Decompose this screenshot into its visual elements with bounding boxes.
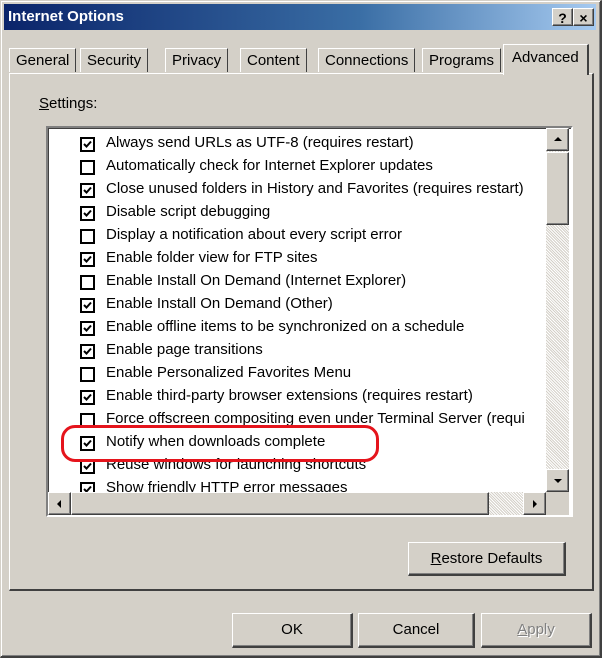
checkbox[interactable] <box>80 183 95 198</box>
settings-label: Settings: <box>39 95 98 112</box>
settings-item-label: Close unused folders in History and Favo… <box>106 180 524 197</box>
checkbox[interactable] <box>80 229 95 244</box>
window-title: Internet Options <box>8 8 124 25</box>
settings-list-item[interactable]: Disable script debugging <box>80 202 546 225</box>
tab-connections[interactable]: Connections <box>318 48 416 72</box>
checkmark-icon <box>83 324 92 332</box>
checkmark-icon <box>83 301 92 309</box>
checkmark-icon <box>83 462 92 470</box>
settings-list-item[interactable]: Enable folder view for FTP sites <box>80 248 546 271</box>
scroll-up-button[interactable] <box>546 128 569 151</box>
title-bar[interactable]: Internet Options ? × <box>4 4 596 30</box>
settings-item-label: Enable page transitions <box>106 341 263 358</box>
horizontal-scroll-thumb[interactable] <box>71 492 489 515</box>
internet-options-dialog: Internet Options ? × General Security Pr… <box>0 0 602 658</box>
checkbox[interactable] <box>80 459 95 474</box>
tab-content[interactable]: Content <box>240 48 307 72</box>
tab-advanced[interactable]: Advanced <box>503 44 589 75</box>
triangle-left-icon <box>57 500 61 508</box>
settings-item-label: Reuse windows for launching shortcuts <box>106 456 367 473</box>
scroll-left-button[interactable] <box>48 492 71 515</box>
settings-list[interactable]: Always send URLs as UTF-8 (requires rest… <box>46 126 573 517</box>
checkbox[interactable] <box>80 344 95 359</box>
apply-button[interactable]: Apply <box>481 613 592 648</box>
scrollbar-corner <box>546 492 569 515</box>
checkmark-icon <box>83 439 92 447</box>
checkbox[interactable] <box>80 436 95 451</box>
checkbox[interactable] <box>80 206 95 221</box>
checkmark-icon <box>83 255 92 263</box>
checkbox[interactable] <box>80 137 95 152</box>
horizontal-scrollbar[interactable] <box>48 492 546 515</box>
scroll-down-button[interactable] <box>546 469 569 492</box>
settings-list-item[interactable]: Close unused folders in History and Favo… <box>80 179 546 202</box>
scroll-right-button[interactable] <box>523 492 546 515</box>
checkbox[interactable] <box>80 367 95 382</box>
settings-item-label: Automatically check for Internet Explore… <box>106 157 433 174</box>
triangle-up-icon <box>554 137 562 141</box>
tab-general[interactable]: General <box>9 48 77 72</box>
settings-list-item[interactable]: Notify when downloads complete <box>80 432 546 455</box>
settings-item-label: Enable third-party browser extensions (r… <box>106 387 473 404</box>
checkbox[interactable] <box>80 160 95 175</box>
triangle-down-icon <box>554 479 562 483</box>
settings-list-item[interactable]: Always send URLs as UTF-8 (requires rest… <box>80 133 546 156</box>
settings-list-item[interactable]: Automatically check for Internet Explore… <box>80 156 546 179</box>
settings-list-item[interactable]: Enable third-party browser extensions (r… <box>80 386 546 409</box>
settings-items: Always send URLs as UTF-8 (requires rest… <box>80 133 546 498</box>
restore-defaults-button[interactable]: Restore Defaults <box>408 542 566 576</box>
settings-item-label: Force offscreen compositing even under T… <box>106 410 525 427</box>
triangle-right-icon <box>533 500 537 508</box>
settings-item-label: Enable offline items to be synchronized … <box>106 318 465 335</box>
settings-item-label: Disable script debugging <box>106 203 271 220</box>
settings-item-label: Display a notification about every scrip… <box>106 226 402 243</box>
tab-programs[interactable]: Programs <box>422 48 502 72</box>
checkmark-icon <box>83 347 92 355</box>
checkbox[interactable] <box>80 390 95 405</box>
checkbox[interactable] <box>80 275 95 290</box>
ok-button[interactable]: OK <box>232 613 353 648</box>
settings-item-label: Enable Personalized Favorites Menu <box>106 364 352 381</box>
cancel-button[interactable]: Cancel <box>358 613 475 648</box>
checkbox[interactable] <box>80 321 95 336</box>
checkmark-icon <box>83 209 92 217</box>
settings-item-label: Always send URLs as UTF-8 (requires rest… <box>106 134 414 151</box>
settings-item-label: Enable Install On Demand (Internet Explo… <box>106 272 407 289</box>
tab-privacy[interactable]: Privacy <box>165 48 229 72</box>
settings-list-item[interactable]: Display a notification about every scrip… <box>80 225 546 248</box>
tab-security[interactable]: Security <box>80 48 149 72</box>
checkbox[interactable] <box>80 252 95 267</box>
settings-list-item[interactable]: Enable Personalized Favorites Menu <box>80 363 546 386</box>
checkmark-icon <box>83 393 92 401</box>
settings-item-label: Enable Install On Demand (Other) <box>106 295 333 312</box>
vertical-scrollbar[interactable] <box>546 128 569 492</box>
settings-list-item[interactable]: Enable page transitions <box>80 340 546 363</box>
settings-list-item[interactable]: Enable Install On Demand (Other) <box>80 294 546 317</box>
tab-strip: General Security Privacy Content Connect… <box>9 44 595 75</box>
settings-item-label: Notify when downloads complete <box>106 433 326 450</box>
settings-list-item[interactable]: Reuse windows for launching shortcuts <box>80 455 546 478</box>
help-button[interactable]: ? <box>552 8 573 26</box>
settings-list-item[interactable]: Force offscreen compositing even under T… <box>80 409 546 432</box>
checkmark-icon <box>83 186 92 194</box>
vertical-scroll-thumb[interactable] <box>546 152 569 225</box>
settings-item-label: Enable folder view for FTP sites <box>106 249 318 266</box>
checkbox[interactable] <box>80 298 95 313</box>
close-button[interactable]: × <box>573 8 594 26</box>
checkbox[interactable] <box>80 413 95 428</box>
settings-list-item[interactable]: Enable Install On Demand (Internet Explo… <box>80 271 546 294</box>
settings-list-item[interactable]: Enable offline items to be synchronized … <box>80 317 546 340</box>
checkmark-icon <box>83 140 92 148</box>
